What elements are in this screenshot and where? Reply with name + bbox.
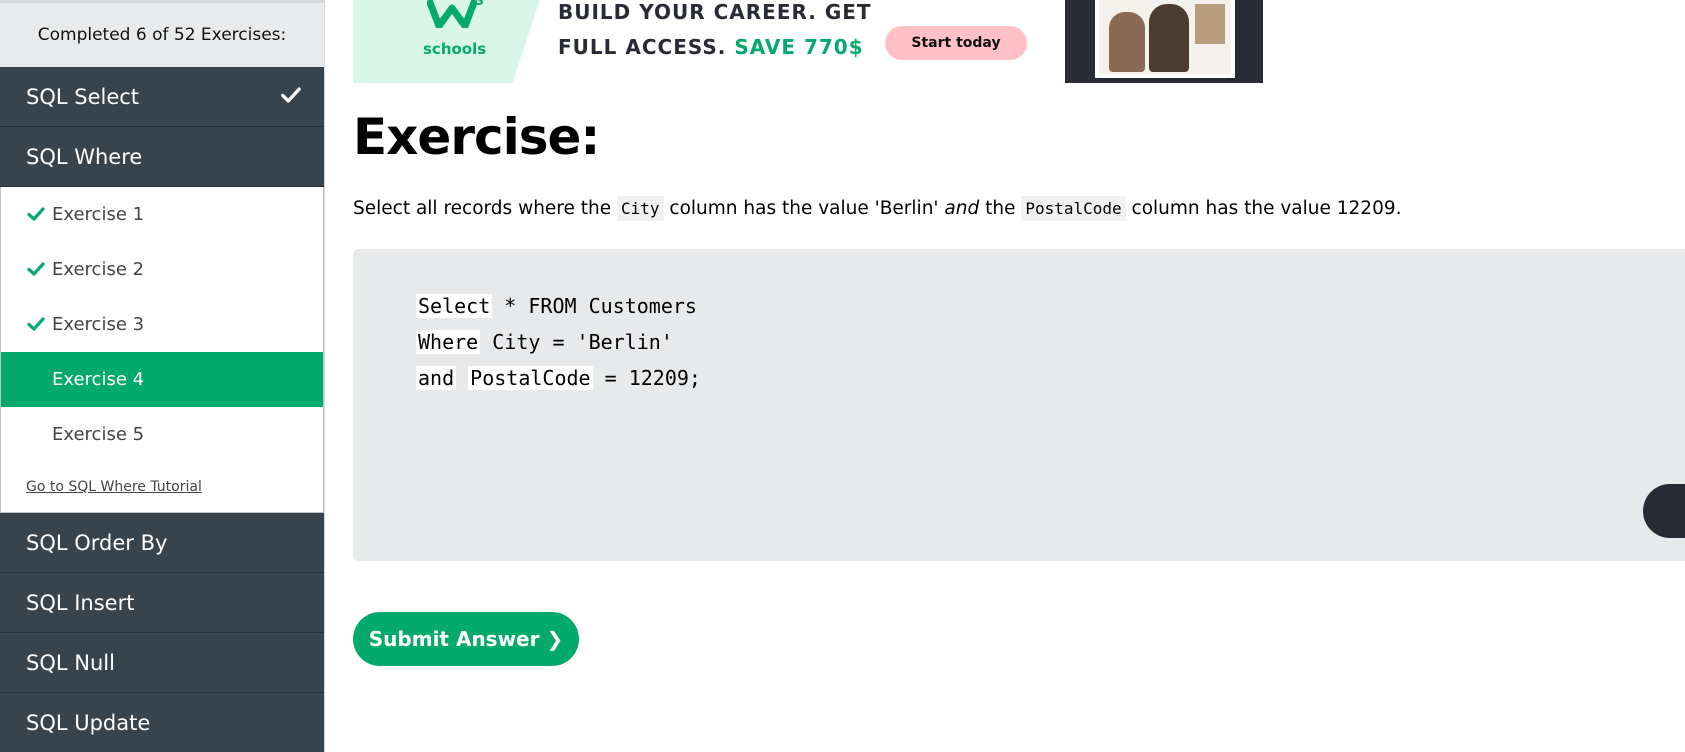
sidebar-category-label: SQL Where — [26, 144, 143, 169]
promo-banner[interactable]: 3 schools BUILD YOUR CAREER. GET FULL AC… — [353, 0, 1263, 83]
checkmark-icon — [27, 317, 45, 331]
sidebar-category-sql-select[interactable]: SQL Select — [0, 67, 324, 127]
exercise-item-5[interactable]: Exercise 5 — [1, 407, 323, 462]
code-line-1: Select * FROM Customers — [416, 292, 697, 320]
progress-status: Completed 6 of 52 Exercises: — [0, 0, 324, 67]
sidebar-category-sql-update[interactable]: SQL Update — [0, 693, 324, 752]
sidebar-category-label: SQL Insert — [26, 590, 135, 615]
start-today-button[interactable]: Start today — [885, 26, 1027, 60]
sidebar-category-label: SQL Null — [26, 650, 115, 675]
code-text: City = 'Berlin' — [480, 330, 673, 354]
checkmark-icon — [27, 207, 45, 221]
exercise-item-label: Exercise 4 — [52, 369, 145, 390]
exercise-item-label: Exercise 1 — [52, 204, 145, 225]
logo-superscript: 3 — [475, 0, 485, 9]
instruction-emphasis: and — [944, 198, 980, 219]
instruction-code-city: City — [617, 196, 664, 221]
sidebar-category-label: SQL Order By — [26, 530, 168, 555]
code-text: * FROM Customers — [492, 294, 697, 318]
exercise-item-label: Exercise 3 — [52, 314, 145, 335]
answer-field-2[interactable]: Where — [416, 330, 481, 354]
w3schools-logo-icon — [427, 0, 477, 28]
checkmark-icon — [27, 262, 45, 276]
code-text: = 12209; — [592, 366, 701, 390]
sidebar-category-sql-null[interactable]: SQL Null — [0, 633, 324, 693]
exercise-list: Exercise 1 Exercise 2 Exercise 3 Exercis… — [0, 187, 324, 513]
photo-bookshelf — [1195, 4, 1225, 44]
submit-answer-button[interactable]: Submit Answer ❯ — [353, 612, 579, 666]
answer-field-3[interactable]: and — [416, 366, 457, 390]
page-title: Exercise: — [353, 108, 600, 166]
tutorial-link[interactable]: Go to SQL Where Tutorial — [1, 462, 323, 512]
sidebar-category-label: SQL Update — [26, 710, 151, 735]
exercise-item-1[interactable]: Exercise 1 — [1, 187, 323, 242]
photo-person — [1109, 12, 1145, 72]
photo-person — [1149, 4, 1189, 72]
sidebar-category-sql-insert[interactable]: SQL Insert — [0, 573, 324, 633]
logo-wordmark: schools — [423, 40, 487, 58]
banner-headline-line1: BUILD YOUR CAREER. GET — [558, 0, 872, 24]
exercise-main: 3 schools BUILD YOUR CAREER. GET FULL AC… — [325, 0, 1685, 752]
instruction-code-postalcode: PostalCode — [1021, 196, 1126, 221]
exercise-instruction: Select all records where the City column… — [353, 196, 1402, 221]
code-line-3: and PostalCode = 12209; — [416, 364, 701, 392]
instruction-text: column has the value 'Berlin' — [663, 198, 945, 219]
code-editor: Select * FROM Customers Where City = 'Be… — [353, 249, 1685, 561]
instruction-text: the — [979, 198, 1022, 219]
exercise-item-3[interactable]: Exercise 3 — [1, 297, 323, 352]
banner-savings-highlight: SAVE 770$ — [734, 35, 864, 59]
exercise-item-label: Exercise 2 — [52, 259, 145, 280]
sidebar-category-sql-order-by[interactable]: SQL Order By — [0, 513, 324, 573]
exercise-item-4-active[interactable]: Exercise 4 — [1, 352, 323, 407]
exercise-item-2[interactable]: Exercise 2 — [1, 242, 323, 297]
banner-photo — [1095, 0, 1235, 78]
page-root: Completed 6 of 52 Exercises: SQL Select … — [0, 0, 1685, 752]
banner-headline-prefix: FULL ACCESS. — [558, 35, 727, 59]
exercise-item-label: Exercise 5 — [52, 424, 145, 445]
instruction-text: column has the value 12209. — [1125, 198, 1402, 219]
answer-field-1[interactable]: Select — [416, 294, 493, 318]
checkmark-icon — [281, 87, 301, 103]
instruction-text: Select all records where the — [353, 198, 618, 219]
answer-field-4[interactable]: PostalCode — [468, 366, 593, 390]
code-line-2: Where City = 'Berlin' — [416, 328, 673, 356]
exercise-sidebar: Completed 6 of 52 Exercises: SQL Select … — [0, 0, 325, 752]
sidebar-category-label: SQL Select — [26, 84, 140, 109]
sidebar-category-sql-where[interactable]: SQL Where — [0, 127, 324, 187]
banner-headline-line2: FULL ACCESS. SAVE 770$ — [558, 35, 864, 59]
